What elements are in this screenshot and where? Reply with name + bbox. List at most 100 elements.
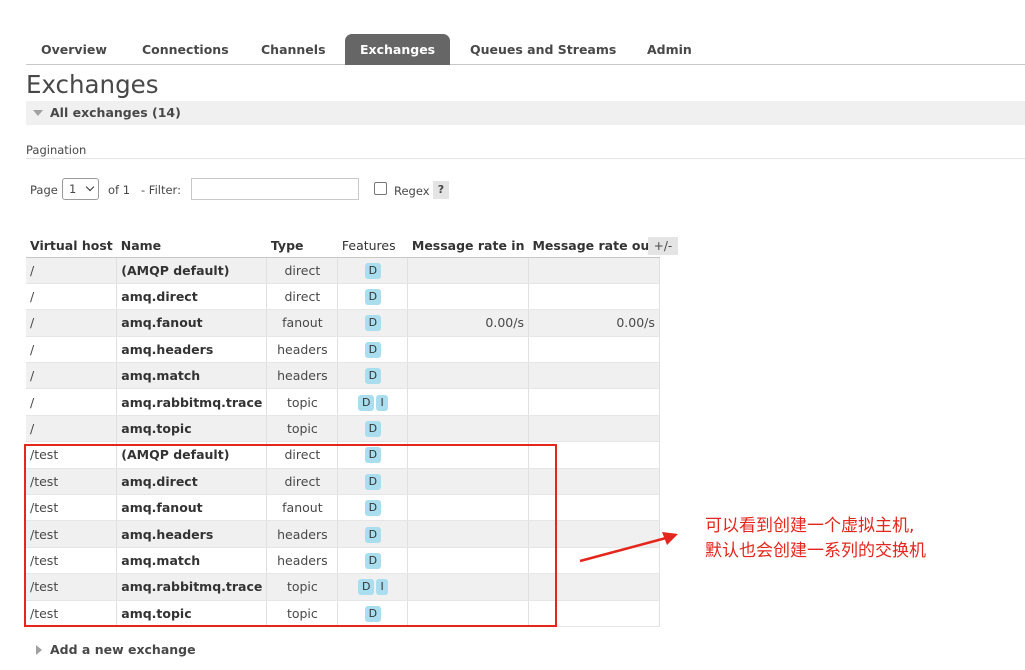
table-row[interactable]: / amq.rabbitmq.trace topic D I <box>26 388 660 416</box>
features-cell: DI <box>337 388 409 416</box>
table-row[interactable]: / amq.topic topic D <box>26 415 660 443</box>
column-header-name[interactable]: Name <box>116 234 267 258</box>
vhost-cell: / <box>26 309 118 337</box>
divider <box>26 158 1025 159</box>
feature-badge: D <box>364 315 382 332</box>
exchange-name-link[interactable]: amq.topic <box>116 415 268 443</box>
rate-out-cell <box>528 257 660 284</box>
table-row[interactable]: / amq.match headers D <box>26 362 660 390</box>
rate-out-cell: 0.00/s <box>528 309 660 337</box>
filter-input[interactable] <box>191 178 359 200</box>
annotation-line-2: 默认也会创建一系列的交换机 <box>705 541 926 561</box>
table-row[interactable]: /test amq.direct direct D <box>26 468 660 496</box>
rate-in-cell <box>407 283 529 311</box>
rate-in-cell <box>407 257 529 284</box>
pagination-label: Pagination <box>26 143 87 157</box>
rate-out-cell <box>528 415 660 443</box>
help-icon[interactable]: ? <box>433 181 449 199</box>
features-cell: D <box>337 468 409 496</box>
vhost-cell: /test <box>26 494 118 522</box>
tab-channels[interactable]: Channels <box>246 34 341 65</box>
exchange-name-link[interactable]: (AMQP default) <box>116 441 268 469</box>
table-row[interactable]: /test amq.headers headers D <box>26 520 660 548</box>
table-row[interactable]: / amq.direct direct D <box>26 283 660 311</box>
rate-out-cell <box>528 468 660 496</box>
vhost-cell: / <box>26 415 118 443</box>
page-select[interactable]: 1 <box>62 178 99 200</box>
exchange-name-link[interactable]: amq.rabbitmq.trace <box>116 573 268 601</box>
type-cell: direct <box>266 441 339 469</box>
features-cell: D <box>337 336 409 364</box>
tab-queues-and-streams[interactable]: Queues and Streams <box>455 34 631 65</box>
type-cell: topic <box>266 573 339 601</box>
vhost-cell: /test <box>26 468 118 496</box>
table-row[interactable]: /test amq.match headers D <box>26 547 660 575</box>
feature-badge: D <box>364 447 382 464</box>
exchange-name-link[interactable]: amq.direct <box>116 468 268 496</box>
rate-out-cell <box>528 494 660 522</box>
add-new-exchange-label: Add a new exchange <box>50 642 196 657</box>
exchange-name-link[interactable]: (AMQP default) <box>116 257 268 284</box>
annotation-line-1: 可以看到创建一个虚拟主机, <box>705 516 915 536</box>
toggle-columns-button[interactable]: +/- <box>648 237 678 255</box>
exchange-name-link[interactable]: amq.topic <box>116 600 268 627</box>
exchange-name-link[interactable]: amq.match <box>116 362 268 390</box>
exchange-name-link[interactable]: amq.headers <box>116 520 268 548</box>
rate-in-cell <box>407 573 529 601</box>
feature-badge: I <box>376 579 388 596</box>
tab-admin[interactable]: Admin <box>632 34 707 65</box>
exchange-name-link[interactable]: amq.fanout <box>116 494 268 522</box>
feature-badge: D <box>364 473 382 490</box>
exchange-name-link[interactable]: amq.rabbitmq.trace <box>116 388 268 416</box>
type-cell: fanout <box>266 494 339 522</box>
rate-in-cell <box>407 336 529 364</box>
table-row[interactable]: /test amq.fanout fanout D <box>26 494 660 522</box>
exchange-name-link[interactable]: amq.match <box>116 547 268 575</box>
vhost-cell: /test <box>26 520 118 548</box>
filter-label: - Filter: <box>141 183 181 197</box>
type-cell: headers <box>266 547 339 575</box>
exchange-name-link[interactable]: amq.direct <box>116 283 268 311</box>
feature-badge: D <box>364 552 382 569</box>
feature-badge: D <box>364 341 382 358</box>
section-label: All exchanges (14) <box>50 105 181 120</box>
all-exchanges-section-toggle[interactable]: All exchanges (14) <box>26 101 1025 125</box>
column-header-message-rate-out[interactable]: Message rate out <box>528 234 660 258</box>
rate-out-cell <box>528 441 660 469</box>
rate-in-cell <box>407 547 529 575</box>
column-header-virtual-host[interactable]: Virtual host <box>26 234 117 258</box>
vhost-cell: /test <box>26 600 118 627</box>
table-row[interactable]: /test (AMQP default) direct D <box>26 441 660 469</box>
table-row[interactable]: /test amq.topic topic D <box>26 600 660 627</box>
table-row[interactable]: / (AMQP default) direct D <box>26 257 660 284</box>
features-cell: D <box>337 283 409 311</box>
type-cell: topic <box>266 415 339 443</box>
tab-overview[interactable]: Overview <box>26 34 122 65</box>
type-cell: headers <box>266 520 339 548</box>
tab-connections[interactable]: Connections <box>127 34 244 65</box>
column-header-message-rate-in[interactable]: Message rate in <box>407 234 529 258</box>
vhost-cell: / <box>26 283 118 311</box>
rate-in-cell <box>407 520 529 548</box>
features-cell: D <box>337 520 409 548</box>
exchange-name-link[interactable]: amq.headers <box>116 336 268 364</box>
features-cell: D <box>337 600 409 627</box>
features-cell: D <box>337 415 409 443</box>
page-count-label: of 1 <box>108 183 131 197</box>
type-cell: direct <box>266 257 339 284</box>
nav-tabs: Overview Connections Channels Exchanges … <box>26 34 1025 65</box>
vhost-cell: /test <box>26 547 118 575</box>
features-cell: D <box>337 494 409 522</box>
type-cell: direct <box>266 283 339 311</box>
table-row[interactable]: / amq.fanout fanout D 0.00/s 0.00/s <box>26 309 660 337</box>
table-row[interactable]: / amq.headers headers D <box>26 336 660 364</box>
features-cell: D <box>337 362 409 390</box>
rate-in-cell: 0.00/s <box>407 309 529 337</box>
exchange-name-link[interactable]: amq.fanout <box>116 309 268 337</box>
regex-checkbox[interactable] <box>374 182 387 195</box>
column-header-type[interactable]: Type <box>266 234 338 258</box>
table-row[interactable]: /test amq.rabbitmq.trace topic D I <box>26 573 660 601</box>
feature-badge: D <box>364 368 382 385</box>
tab-exchanges[interactable]: Exchanges <box>345 34 451 65</box>
rate-in-cell <box>407 441 529 469</box>
